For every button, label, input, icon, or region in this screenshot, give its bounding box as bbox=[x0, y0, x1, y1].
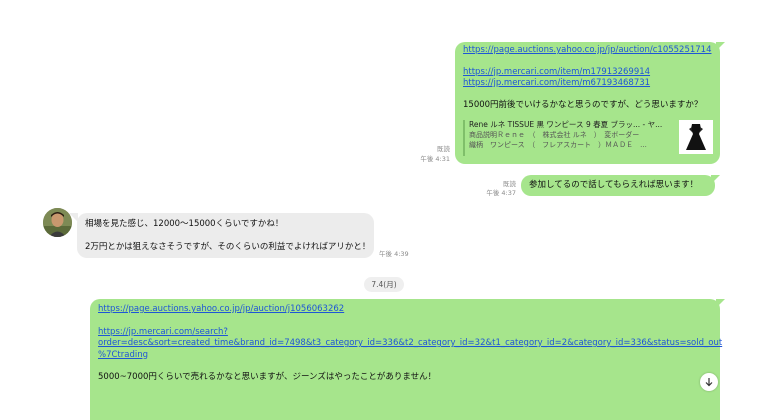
bubble-tail bbox=[716, 42, 725, 51]
link-preview-thumbnail bbox=[679, 120, 713, 154]
message-link[interactable]: https://page.auctions.yahoo.co.jp/jp/auc… bbox=[463, 45, 712, 57]
message-link[interactable]: https://jp.mercari.com/search? bbox=[98, 327, 712, 339]
message-text: 5000~7000円くらいで売れるかなと思いますが、ジーンズはやったことがありま… bbox=[98, 372, 437, 382]
message-link[interactable]: order=desc&sort=created_time&brand_id=74… bbox=[98, 338, 722, 350]
message-bubble[interactable]: https://page.auctions.yahoo.co.jp/jp/auc… bbox=[455, 42, 720, 164]
message-bubble[interactable]: 参加してるので話してもらえれば思います！ bbox=[521, 175, 715, 196]
message-bubble[interactable]: 相場を見た感じ、12000〜15000くらいですかね！ 2万円とかは狙えなさそう… bbox=[77, 213, 374, 258]
message-time: 午後 4:39 bbox=[379, 250, 409, 258]
link-preview-description: 商品説明Ｒｅｎｅ （ 株式会社 ルネ ） 変ボーダー bbox=[469, 131, 640, 139]
date-separator: 7.4(月) bbox=[364, 277, 404, 292]
link-preview-description: 織柄 ワンピース （ フレアスカート ）ＭＡＤＥ ... bbox=[469, 141, 647, 149]
message-time: 午後 4:31 bbox=[420, 155, 450, 163]
message-text: 参加してるので話してもらえれば思います！ bbox=[529, 180, 699, 190]
link-preview-title: Rene ルネ TISSUE 黒 ワンピース 9 春夏 ブラッ... - ヤ..… bbox=[469, 120, 663, 129]
read-status: 既読 bbox=[503, 180, 516, 188]
scroll-down-button[interactable] bbox=[700, 373, 718, 391]
message-link[interactable]: https://jp.mercari.com/item/m17913269914 bbox=[463, 67, 712, 79]
message-time: 午後 4:37 bbox=[486, 189, 516, 197]
message-bubble[interactable]: https://page.auctions.yahoo.co.jp/jp/auc… bbox=[90, 299, 722, 420]
message-text: 2万円とかは狙えなさそうですが、そのくらいの利益でよければアリかと！ bbox=[85, 241, 371, 252]
bubble-tail bbox=[716, 299, 725, 308]
message-link[interactable]: https://page.auctions.yahoo.co.jp/jp/auc… bbox=[98, 304, 712, 316]
message-link[interactable]: %7Ctrading bbox=[98, 350, 712, 362]
message-text: 15000円前後でいけるかなと思うのですが、どう思いますか？ bbox=[463, 99, 703, 110]
avatar[interactable] bbox=[43, 208, 72, 237]
arrow-down-icon bbox=[705, 378, 713, 387]
message-link[interactable]: https://jp.mercari.com/item/m67193468731 bbox=[463, 78, 712, 90]
read-status: 既読 bbox=[437, 145, 450, 153]
link-preview-card[interactable]: Rene ルネ TISSUE 黒 ワンピース 9 春夏 ブラッ... - ヤ..… bbox=[463, 120, 713, 156]
message-text: 相場を見た感じ、12000〜15000くらいですかね！ bbox=[85, 219, 284, 229]
bubble-tail bbox=[711, 175, 720, 184]
chat-area: https://page.auctions.yahoo.co.jp/jp/auc… bbox=[0, 0, 778, 420]
